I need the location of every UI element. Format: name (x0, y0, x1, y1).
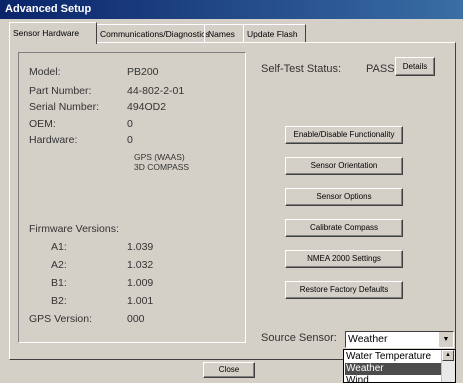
a2-label: A2: (51, 259, 67, 271)
enable-disable-functionality-button[interactable]: Enable/Disable Functionality (285, 126, 403, 144)
option-water-temperature[interactable]: Water Temperature (345, 351, 442, 363)
a2-value: 1.032 (127, 259, 154, 271)
firmware-versions-label: Firmware Versions: (29, 223, 119, 235)
tab-update-flash[interactable]: Update Flash (243, 24, 306, 43)
close-button[interactable]: Close (203, 362, 255, 378)
model-label: Model: (29, 66, 61, 78)
tab-communications-diagnostics[interactable]: Communications/Diagnostics (96, 24, 210, 43)
tab-names[interactable]: Names (204, 24, 244, 43)
dropdown-scrollbar[interactable]: ▲ (441, 350, 455, 382)
oem-value: 0 (127, 118, 133, 130)
self-test-status-label: Self-Test Status: (261, 63, 342, 75)
hardware-feature-gps: GPS (WAAS) (134, 152, 185, 162)
chevron-down-icon[interactable]: ▼ (438, 332, 453, 347)
b2-label: B2: (51, 295, 67, 307)
option-wind[interactable]: Wind (345, 375, 442, 382)
window-title: Advanced Setup (5, 3, 92, 15)
source-sensor-label: Source Sensor: (261, 332, 337, 344)
oem-label: OEM: (29, 118, 56, 130)
hardware-label: Hardware: (29, 134, 78, 146)
b1-value: 1.009 (127, 277, 154, 289)
hardware-value: 0 (127, 134, 133, 146)
source-sensor-dropdown-list: Water Temperature Weather Wind ▲ (343, 349, 456, 383)
source-sensor-select[interactable]: Weather ▼ (345, 331, 454, 348)
calibrate-compass-button[interactable]: Calibrate Compass (285, 219, 403, 237)
nmea-2000-settings-button[interactable]: NMEA 2000 Settings (285, 250, 403, 268)
scroll-up-icon[interactable]: ▲ (442, 350, 454, 361)
serial-number-value: 494OD2 (127, 101, 167, 113)
b2-value: 1.001 (127, 295, 154, 307)
hardware-feature-compass: 3D COMPASS (134, 162, 190, 172)
self-test-status-value: PASS (366, 63, 395, 75)
tab-sensor-hardware[interactable]: Sensor Hardware (9, 22, 97, 44)
option-weather[interactable]: Weather (345, 363, 442, 375)
details-button[interactable]: Details (395, 57, 435, 76)
sensor-options-button[interactable]: Sensor Options (285, 188, 403, 206)
part-number-value: 44-802-2-01 (127, 85, 185, 97)
b1-label: B1: (51, 277, 67, 289)
a1-label: A1: (51, 241, 67, 253)
gps-version-value: 000 (127, 313, 145, 325)
advanced-setup-window: Advanced Setup Sensor Hardware Communica… (0, 0, 463, 383)
gps-version-label: GPS Version: (29, 313, 93, 325)
title-bar: Advanced Setup (0, 0, 463, 19)
model-value: PB200 (127, 66, 159, 78)
part-number-label: Part Number: (29, 85, 92, 97)
source-sensor-selected-value: Weather (348, 333, 388, 345)
serial-number-label: Serial Number: (29, 101, 100, 113)
sensor-orientation-button[interactable]: Sensor Orientation (285, 157, 403, 175)
a1-value: 1.039 (127, 241, 154, 253)
restore-factory-defaults-button[interactable]: Restore Factory Defaults (285, 281, 403, 299)
